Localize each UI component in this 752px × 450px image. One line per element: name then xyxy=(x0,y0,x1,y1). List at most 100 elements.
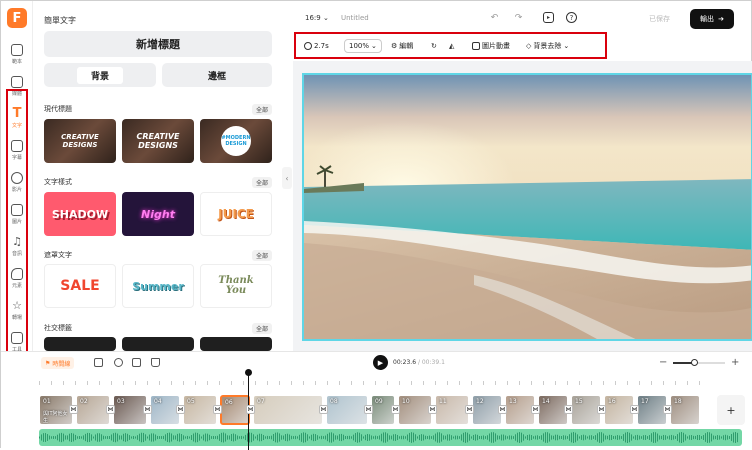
timeline: ⚑ 時間線 ▶ 00:23.6 / 00:39.1 − + 01 與IT阿他女生 ⋈ 0… xyxy=(1,351,752,450)
see-all-button[interactable]: 全部 xyxy=(252,250,273,261)
transition-icon[interactable]: ⋈ xyxy=(663,405,672,414)
see-all-button[interactable]: 全部 xyxy=(252,104,273,115)
waveform-bar xyxy=(431,436,432,439)
transition-icon[interactable]: ⋈ xyxy=(498,405,507,414)
transition-icon[interactable]: ⋈ xyxy=(364,405,373,414)
redo-icon[interactable]: ↷ xyxy=(513,12,524,23)
preset-sale[interactable]: SALE xyxy=(44,264,116,308)
zoom-select[interactable]: 100% ⌄ xyxy=(344,39,382,53)
transition-icon[interactable]: ⋈ xyxy=(564,405,573,414)
waveform-bar xyxy=(313,433,314,442)
waveform-bar xyxy=(655,432,656,443)
delete-icon[interactable] xyxy=(151,358,160,367)
transition-icon[interactable]: ⋈ xyxy=(69,405,78,414)
timeline-clip[interactable]: 01 與IT阿他女生 xyxy=(39,395,73,425)
waveform-bar xyxy=(129,435,130,440)
duplicate-icon[interactable] xyxy=(132,358,141,367)
ruler-tick xyxy=(519,381,520,385)
help-icon[interactable]: ? xyxy=(566,12,577,23)
timeline-clip[interactable]: 05 xyxy=(183,395,217,425)
timeline-clip[interactable]: 02 xyxy=(76,395,110,425)
text-panel: 簡單文字 新增標題 背景 邊框 現代標題 全部 CREATIVE DESIGNS… xyxy=(34,1,282,351)
transition-icon[interactable]: ⋈ xyxy=(246,405,255,414)
transition-icon[interactable]: ⋈ xyxy=(143,405,152,414)
preset-social-2[interactable] xyxy=(122,337,194,351)
edit-button[interactable]: ⚙ 編輯 xyxy=(391,39,413,53)
timeline-clip[interactable]: 07 xyxy=(253,395,323,425)
preset-modern-3[interactable]: #MODERN DESIGN xyxy=(200,119,272,163)
waveform-bar xyxy=(685,434,686,441)
rotate-icon[interactable]: ↻ xyxy=(431,39,437,53)
waveform-bar xyxy=(633,436,634,439)
timeline-clip[interactable]: 18 xyxy=(670,395,700,425)
aspect-ratio-select[interactable]: 16:9 ⌄ xyxy=(305,14,329,22)
collapse-panel-button[interactable]: ‹ xyxy=(282,167,292,189)
flip-icon[interactable]: ◭ xyxy=(449,39,454,53)
ruler-tick xyxy=(399,381,400,385)
time-ruler[interactable] xyxy=(39,376,707,390)
timeline-clip[interactable]: 08 xyxy=(326,395,368,425)
zoom-slider-handle[interactable] xyxy=(691,359,698,366)
transition-icon[interactable]: ⋈ xyxy=(597,405,606,414)
timeline-clip[interactable]: 03 xyxy=(113,395,147,425)
ruler-tick xyxy=(243,381,244,385)
preset-social-1[interactable] xyxy=(44,337,116,351)
preset-shadow[interactable]: SHADOW xyxy=(44,192,116,236)
see-all-button[interactable]: 全部 xyxy=(252,323,273,334)
frame-tab[interactable]: 邊框 xyxy=(162,63,272,87)
background-remove-button[interactable]: ◇ 背景去除 ⌄ xyxy=(526,39,569,53)
timeline-clip[interactable]: 10 xyxy=(398,395,432,425)
background-tab[interactable]: 背景 xyxy=(44,63,156,87)
waveform-bar xyxy=(581,435,582,440)
transition-icon[interactable]: ⋈ xyxy=(428,405,437,414)
timeline-toggle-button[interactable]: ⚑ 時間線 xyxy=(41,357,75,369)
preset-thank-you[interactable]: Thank You xyxy=(200,264,272,308)
waveform-bar xyxy=(605,435,606,440)
add-icon[interactable] xyxy=(94,358,103,367)
transition-icon[interactable]: ⋈ xyxy=(319,405,328,414)
preset-social-3[interactable] xyxy=(200,337,272,351)
waveform-bar xyxy=(221,432,222,443)
add-clip-button[interactable]: + xyxy=(717,395,745,425)
transition-icon[interactable]: ⋈ xyxy=(106,405,115,414)
waveform-bar xyxy=(189,436,190,439)
ruler-tick xyxy=(471,381,472,385)
canvas-image[interactable] xyxy=(302,73,752,341)
zoom-out-icon[interactable]: − xyxy=(659,357,667,368)
preset-modern-2[interactable]: CREATIVE DESIGNS xyxy=(122,119,194,163)
duration-control[interactable]: 2.7s xyxy=(304,39,329,53)
undo-icon[interactable]: ↶ xyxy=(489,12,500,23)
waveform-bar xyxy=(323,436,324,439)
zoom-in-icon[interactable]: + xyxy=(731,357,739,368)
zoom-slider-track[interactable] xyxy=(673,362,725,364)
audio-track[interactable] xyxy=(39,429,742,446)
waveform-bar xyxy=(271,435,272,440)
image-animation-button[interactable]: 圖片動畫 xyxy=(472,39,510,53)
transition-icon[interactable]: ⋈ xyxy=(391,405,400,414)
transition-icon[interactable]: ⋈ xyxy=(465,405,474,414)
preview-icon[interactable]: ▸ xyxy=(543,12,554,23)
see-all-button[interactable]: 全部 xyxy=(252,177,273,188)
waveform-bar xyxy=(541,435,542,440)
waveform-bar xyxy=(707,432,708,443)
split-icon[interactable] xyxy=(114,358,123,367)
preset-text: Summer xyxy=(132,279,184,293)
rail-item-template[interactable]: 範本 xyxy=(3,41,31,71)
waveform-bar xyxy=(237,435,238,440)
transition-icon[interactable]: ⋈ xyxy=(630,405,639,414)
preset-modern-1[interactable]: CREATIVE DESIGNS xyxy=(44,119,116,163)
export-button[interactable]: 輸出 ➔ xyxy=(690,9,734,29)
add-title-button[interactable]: 新增標題 xyxy=(44,31,272,57)
preset-juice[interactable]: JUICE xyxy=(200,192,272,236)
preset-summer[interactable]: Summer xyxy=(122,264,194,308)
waveform-bar xyxy=(243,436,244,439)
background-tab-label: 背景 xyxy=(76,66,123,84)
play-button[interactable]: ▶ xyxy=(373,355,388,370)
transition-icon[interactable]: ⋈ xyxy=(176,405,185,414)
transition-icon[interactable]: ⋈ xyxy=(213,405,222,414)
project-title[interactable]: Untitled xyxy=(341,14,369,22)
preset-night[interactable]: Night xyxy=(122,192,194,236)
timeline-clip[interactable]: 11 xyxy=(435,395,469,425)
transition-icon[interactable]: ⋈ xyxy=(531,405,540,414)
clip-track: 01 與IT阿他女生 ⋈ 02 ⋈ 03 ⋈ 04 ⋈ 05 ⋈ 06 ⋈ 07 ⋈ 08 ⋈ 09 ⋈ 10 ⋈ 11 ⋈… xyxy=(39,395,705,425)
